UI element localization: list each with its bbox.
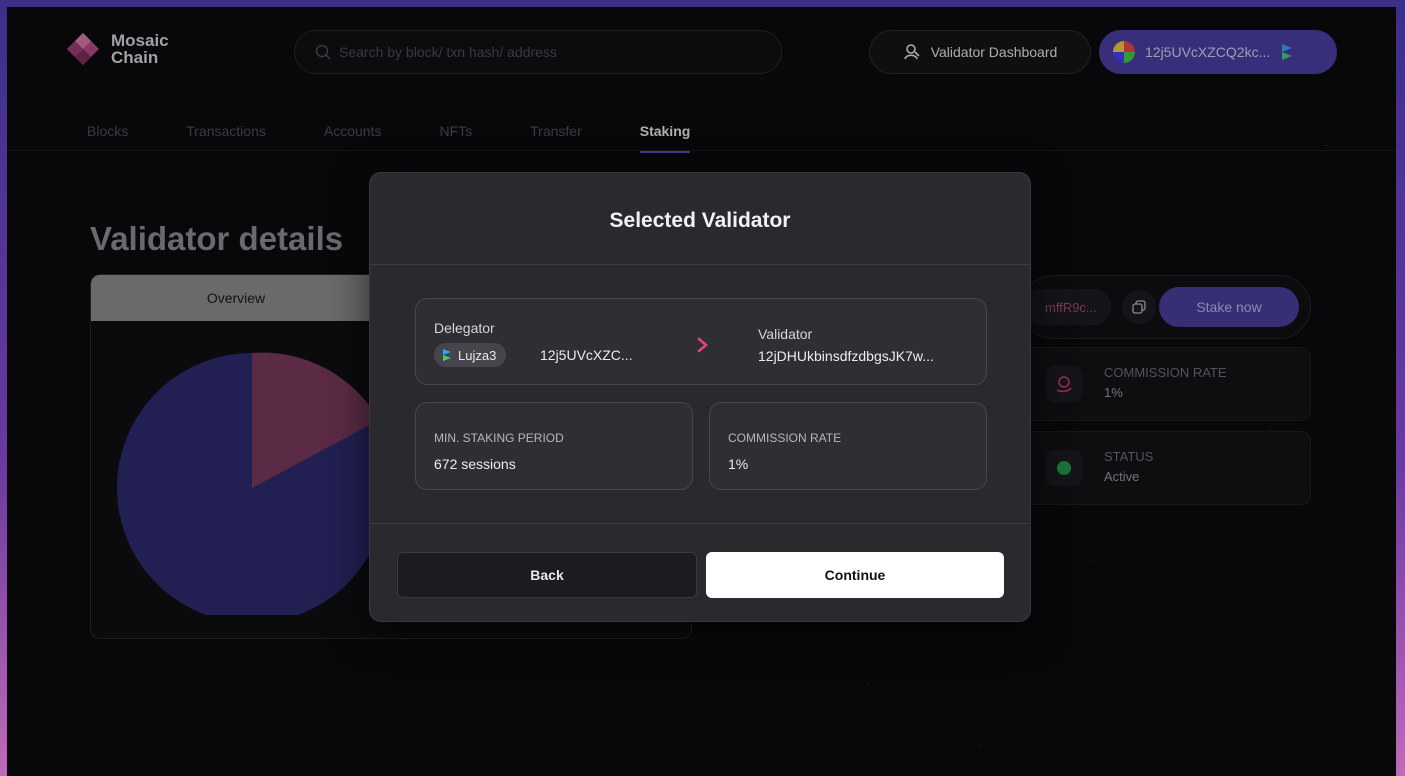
delegator-name: Lujza3 (458, 347, 497, 363)
delegator-address: 12j5UVcXZC... (540, 347, 633, 363)
validator-label: Validator (758, 326, 813, 342)
modal-commission-rate-value: 1% (728, 456, 749, 472)
modal-divider-top (370, 264, 1030, 265)
selected-validator-modal: Selected Validator Delegator Lujza3 12j5… (369, 172, 1031, 622)
min-staking-period-value: 672 sessions (434, 456, 516, 472)
delegator-label: Delegator (434, 320, 495, 336)
delegator-network-icon (443, 349, 451, 361)
min-staking-period-card: MIN. STAKING PERIOD 672 sessions (415, 402, 693, 490)
delegator-name-pill: Lujza3 (434, 343, 507, 367)
back-button[interactable]: Back (397, 552, 697, 598)
chevron-right-icon (697, 337, 708, 353)
min-staking-period-label: MIN. STAKING PERIOD (434, 431, 564, 445)
modal-title: Selected Validator (609, 209, 791, 232)
modal-commission-rate-card: COMMISSION RATE 1% (709, 402, 987, 490)
modal-divider-bottom (370, 523, 1030, 524)
modal-commission-rate-label: COMMISSION RATE (728, 431, 842, 445)
validator-address: 12jDHUkbinsdfzdbgsJK7w... (758, 348, 934, 364)
app-window: Mosaic Chain Validator Dashboard 12j5UVc… (7, 7, 1396, 776)
continue-button[interactable]: Continue (706, 552, 1004, 598)
delegation-summary-card: Delegator Lujza3 12j5UVcXZC... Validator… (415, 298, 987, 385)
